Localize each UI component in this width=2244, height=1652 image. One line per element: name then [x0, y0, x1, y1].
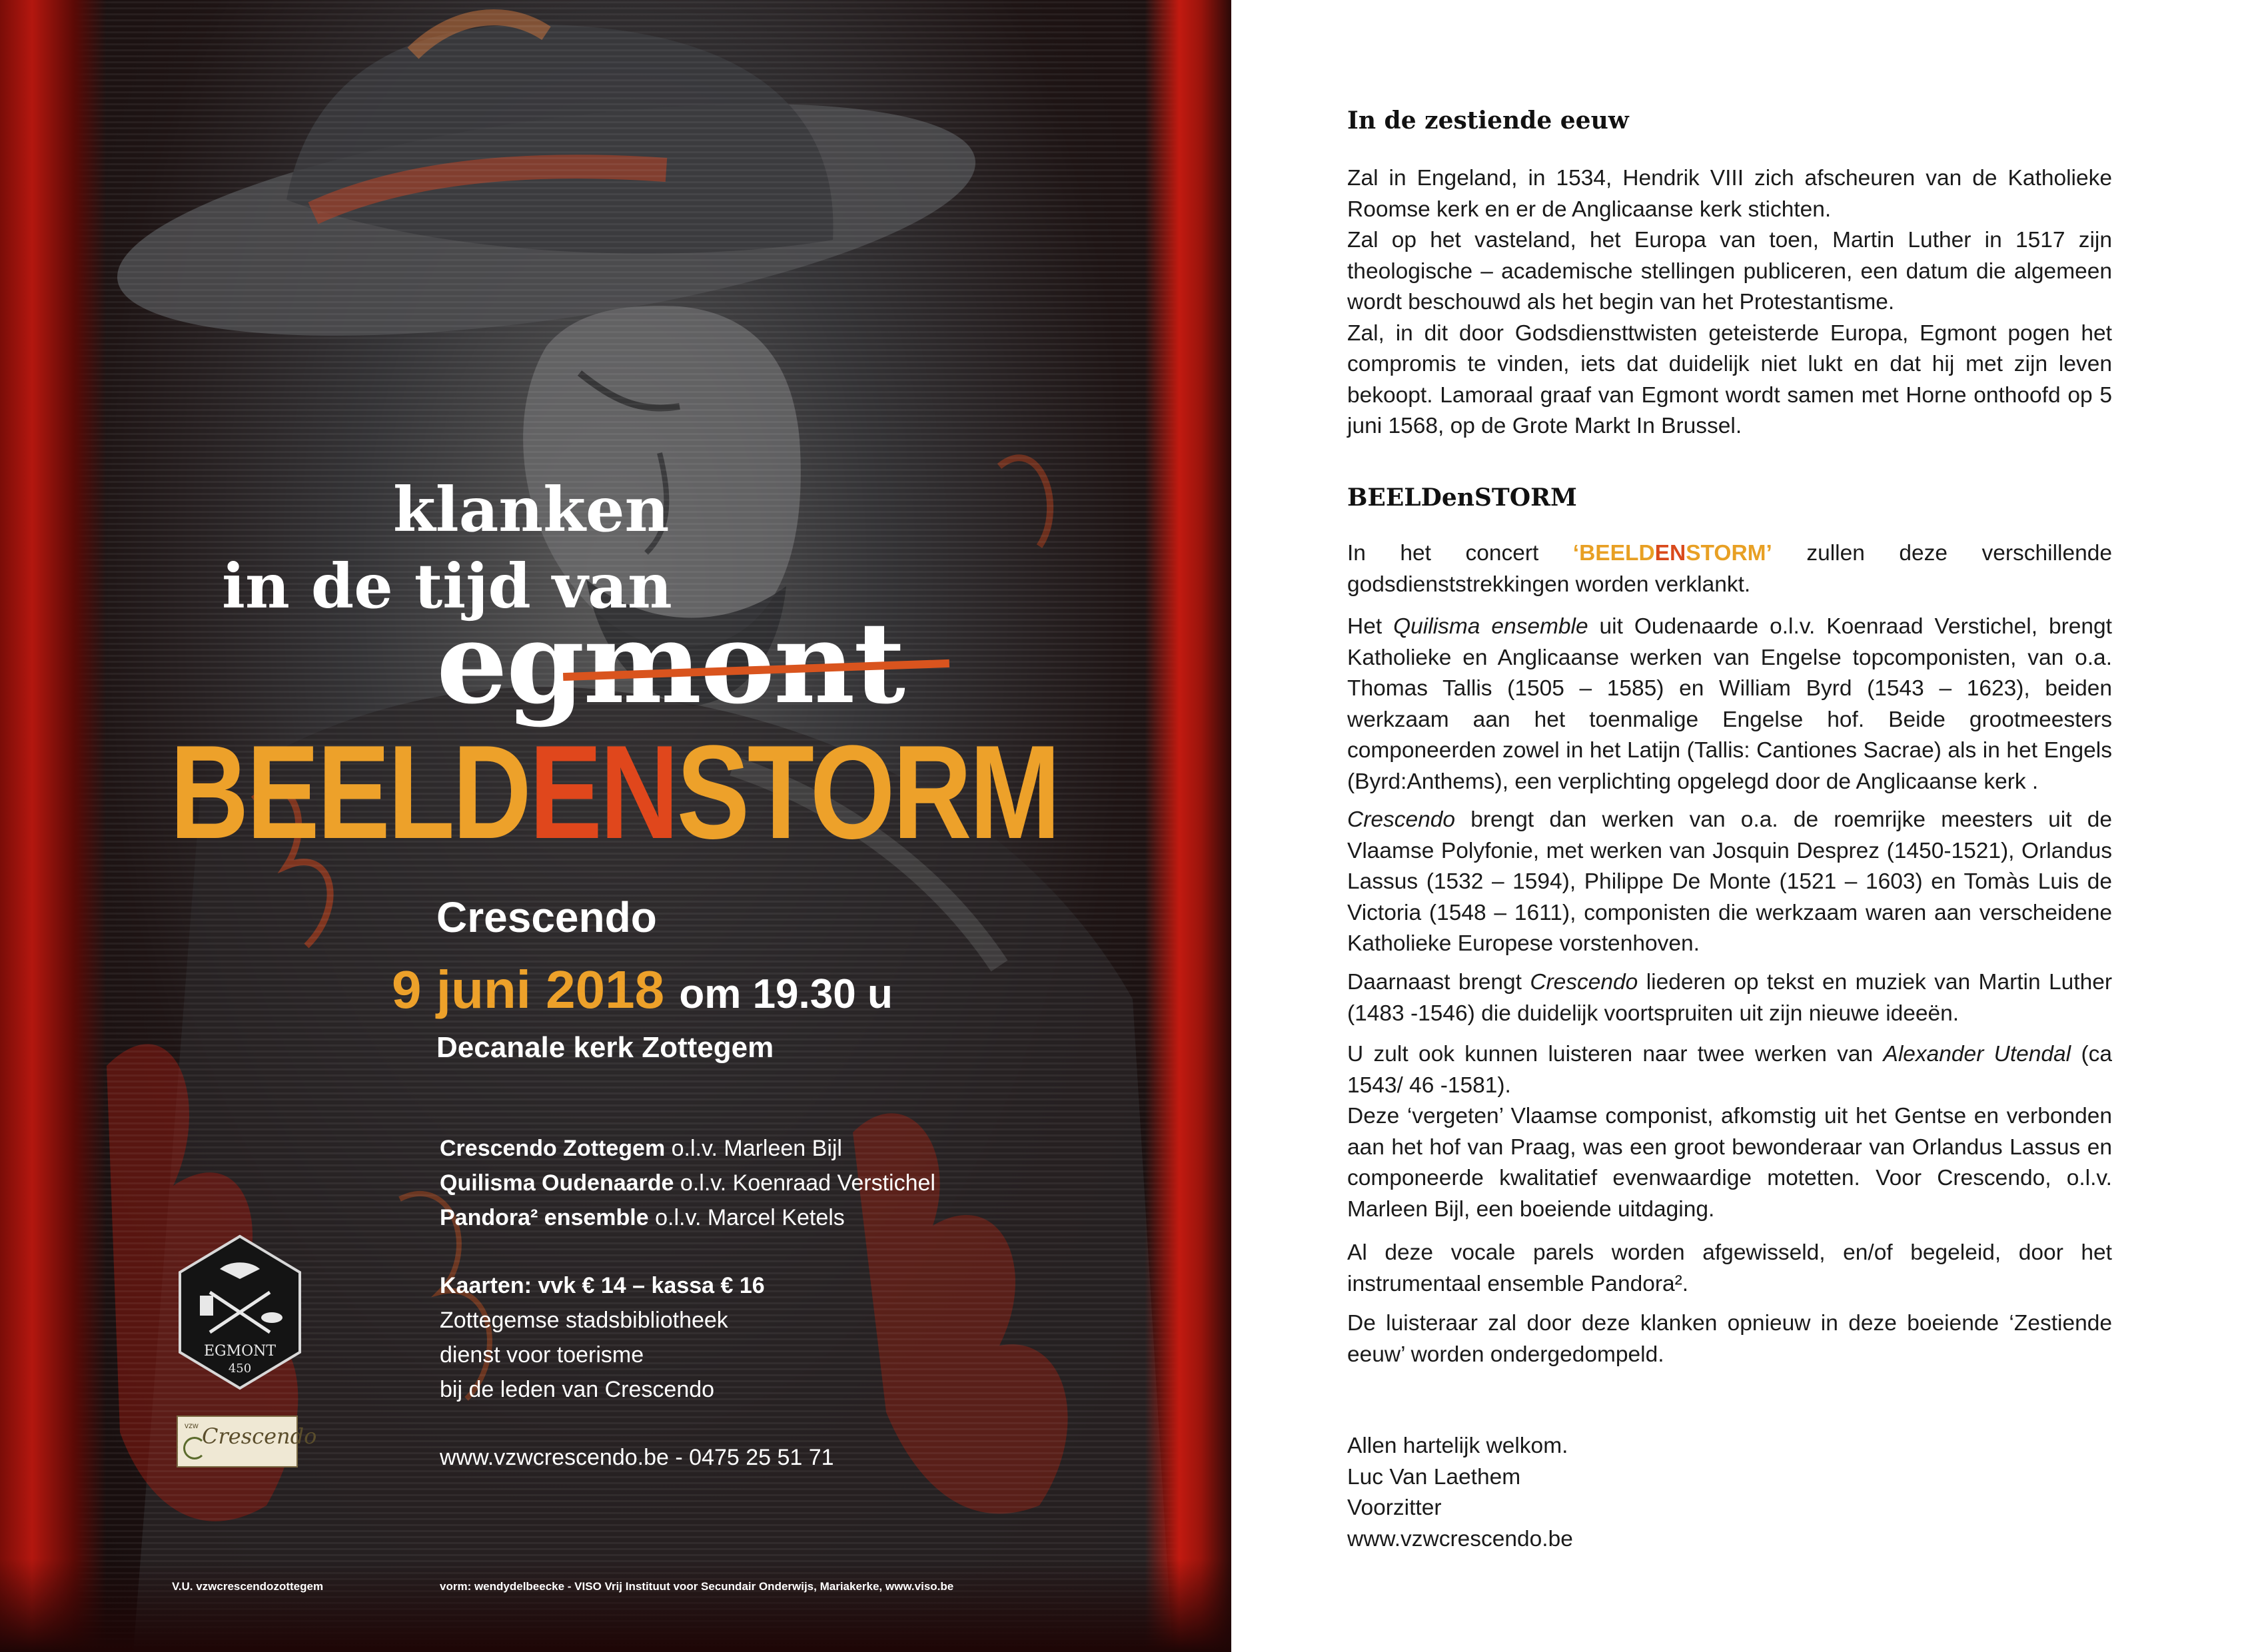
- sales-point: dienst voor toerisme: [440, 1342, 644, 1368]
- concert-date: 9 juni 2018: [392, 960, 665, 1019]
- history-paragraph: Zal in Engeland, in 1534, Hendrik VIII z…: [1347, 166, 2112, 222]
- heading-sixteenth-century: In de zestiende eeuw: [1347, 107, 1629, 135]
- concert-title-storm: STORM’: [1686, 541, 1772, 566]
- lineup-row: Crescendo Zottegem o.l.v. Marleen Bijl: [440, 1135, 842, 1162]
- signoff-website: www.vzwcrescendo.be: [1347, 1526, 1573, 1551]
- crescendo-paragraph: Crescendo brengt dan werken van o.a. de …: [1347, 805, 2112, 960]
- paragraph-text: brengt dan werken van o.a. de roemrijke …: [1347, 807, 2112, 956]
- sales-point: Zottegemse stadsbibliotheek: [440, 1308, 728, 1333]
- lineup-choir-name: Crescendo Zottegem: [440, 1136, 666, 1161]
- beeldenstorm-part-en: EN: [529, 718, 679, 867]
- history-paragraphs: Zal in Engeland, in 1534, Hendrik VIII z…: [1347, 163, 2112, 442]
- paragraph-text: U zult ook kunnen luisteren naar twee we…: [1347, 1042, 1884, 1066]
- beeldenstorm-title: BEELDENSTORM: [170, 723, 1061, 863]
- footer-responsible-publisher: V.U. vzwcrescendozottegem: [172, 1580, 324, 1593]
- luther-paragraph: Daarnaast brengt Crescendo liederen op t…: [1347, 967, 2112, 1029]
- paragraph-text: De luisteraar zal door deze klanken opni…: [1347, 1311, 2112, 1367]
- egmont-450-badge-logo: EGMONT 450: [179, 1234, 301, 1390]
- ensemble-name-italic: Quilisma ensemble: [1393, 614, 1588, 639]
- composer-name-italic: Alexander Utendal: [1883, 1042, 2071, 1066]
- heading-beeldenstorm: BEELDenSTORM: [1347, 484, 1577, 512]
- logo-name: Crescendo: [202, 1424, 317, 1449]
- signoff-name: Luc Van Laethem: [1347, 1464, 1521, 1489]
- utendal-paragraph: U zult ook kunnen luisteren naar twee we…: [1347, 1039, 2112, 1225]
- paragraph-text: Deze ‘vergeten’ Vlaamse componist, afkom…: [1347, 1104, 2112, 1222]
- quilisma-paragraph: Het Quilisma ensemble uit Oudenaarde o.l…: [1347, 612, 2112, 797]
- paragraph-text: uit Oudenaarde o.l.v. Koenraad Verstiche…: [1347, 614, 2112, 794]
- sales-point: bij de leden van Crescendo: [440, 1377, 715, 1402]
- lineup-row: Quilisma Oudenaarde o.l.v. Koenraad Vers…: [440, 1170, 935, 1196]
- badge-name: EGMONT: [204, 1343, 276, 1360]
- concert-paragraph: In het concert ‘BEELDENSTORM’ zullen dez…: [1347, 538, 2112, 600]
- closing-paragraph: De luisteraar zal door deze klanken opni…: [1347, 1308, 2112, 1370]
- red-frame-left: [0, 0, 107, 1652]
- signoff-welcome: Allen hartelijk welkom.: [1347, 1434, 1568, 1458]
- badge-number: 450: [229, 1362, 251, 1376]
- lineup-choir-name: Quilisma Oudenaarde: [440, 1170, 674, 1196]
- concert-title-beeld: ‘BEELD: [1572, 541, 1655, 566]
- lineup-choir-name: Pandora² ensemble: [440, 1205, 649, 1230]
- lineup-conductor: o.l.v. Marcel Ketels: [655, 1205, 845, 1230]
- lineup-row: Pandora² ensemble o.l.v. Marcel Ketels: [440, 1204, 845, 1231]
- contact-line: www.vzwcrescendo.be - 0475 25 51 71: [440, 1445, 834, 1470]
- concert-text: In het concert: [1347, 541, 1573, 566]
- history-paragraph: Zal op het vasteland, het Europa van toe…: [1347, 228, 2112, 314]
- ensemble-name-italic: Crescendo: [1530, 970, 1638, 995]
- beeldenstorm-part-storm: STORM: [676, 718, 1061, 867]
- beeldenstorm-part-beeld: BEELD: [170, 718, 532, 867]
- ensemble-name: Crescendo: [436, 893, 657, 941]
- text-page: In de zestiende eeuw Zal in Engeland, in…: [1231, 0, 2244, 1652]
- concert-time: om 19.30 u: [679, 971, 893, 1017]
- ticket-prices: Kaarten: vvk € 14 – kassa € 16: [440, 1273, 765, 1298]
- concert-venue: Decanale kerk Zottegem: [436, 1031, 774, 1064]
- footer-design-credit: vorm: wendydelbeecke - VISO Vrij Institu…: [440, 1580, 954, 1593]
- signoff-block: Allen hartelijk welkom. Luc Van Laethem …: [1347, 1431, 2112, 1555]
- title-line-klanken: klanken: [393, 474, 670, 546]
- signoff-role: Voorzitter: [1347, 1495, 1442, 1520]
- paragraph-text: Al deze vocale parels worden afgewisseld…: [1347, 1240, 2112, 1296]
- lineup-conductor: o.l.v. Marleen Bijl: [671, 1136, 842, 1161]
- concert-poster: klanken in de tijd van egmont BEELDENSTO…: [0, 0, 1231, 1652]
- dark-frame-bottom: [0, 1559, 1231, 1652]
- red-frame-right: [1145, 0, 1231, 1652]
- history-paragraph: Zal, in dit door Godsdiensttwisten getei…: [1347, 320, 2112, 439]
- lineup-conductor: o.l.v. Koenraad Verstichel: [680, 1170, 935, 1196]
- date-time-row: 9 juni 2018 om 19.30 u: [392, 959, 893, 1021]
- paragraph-text: Daarnaast brengt: [1347, 970, 1530, 995]
- logo-small-text: vzw: [185, 1421, 199, 1430]
- paragraph-text: Het: [1347, 614, 1394, 639]
- pandora-paragraph: Al deze vocale parels worden afgewisseld…: [1347, 1238, 2112, 1300]
- crescendo-logo: vzw Crescendo: [177, 1416, 316, 1467]
- concert-title-en: EN: [1654, 541, 1686, 566]
- ensemble-name-italic: Crescendo: [1347, 807, 1456, 832]
